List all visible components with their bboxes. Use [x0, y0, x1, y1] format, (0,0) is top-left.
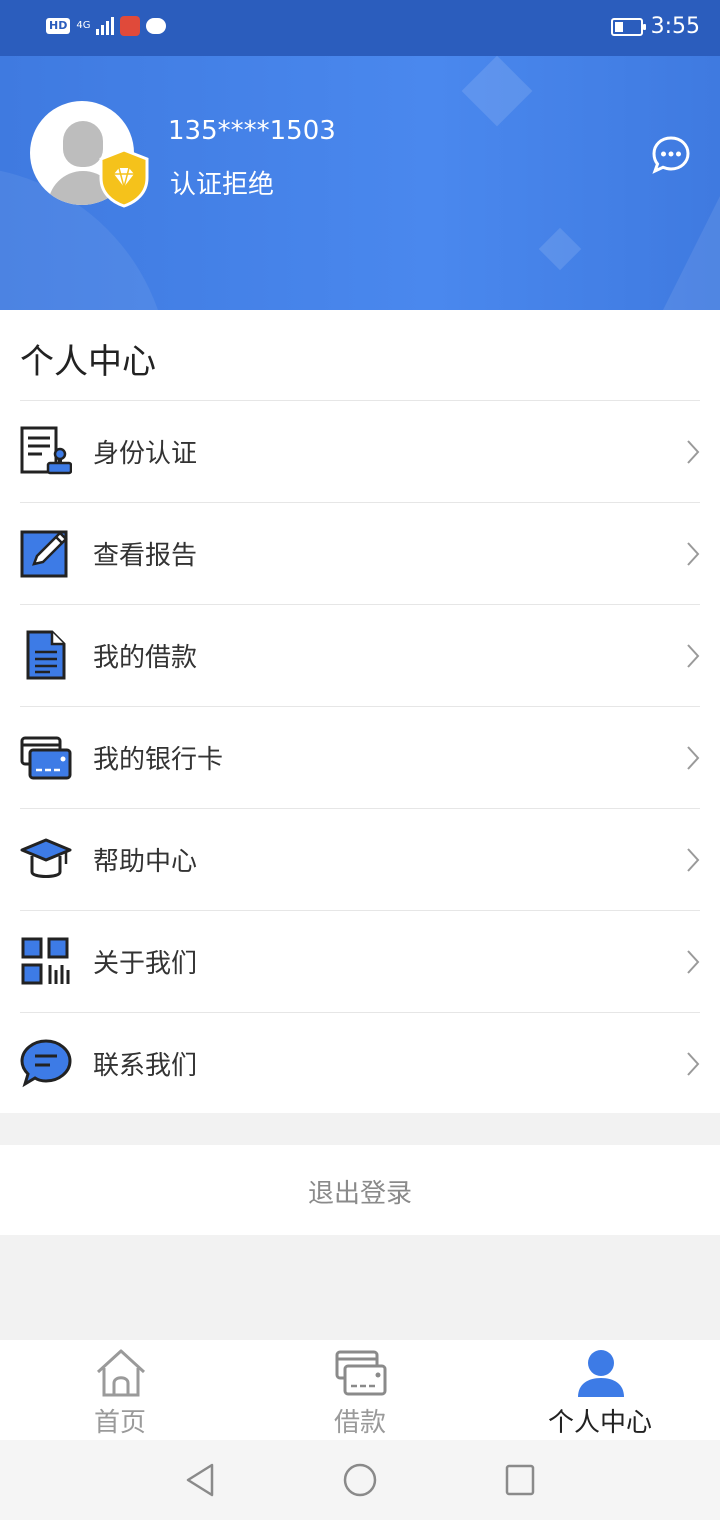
- menu-item-my-bank-cards[interactable]: 我的银行卡: [20, 706, 700, 808]
- chevron-right-icon: [687, 746, 700, 770]
- menu-item-help-center[interactable]: 帮助中心: [20, 808, 700, 910]
- chevron-right-icon: [687, 542, 700, 566]
- tab-label: 借款: [333, 1408, 386, 1438]
- user-icon: [578, 1350, 624, 1397]
- tab-loans[interactable]: 借款: [240, 1340, 480, 1440]
- logout-button[interactable]: 退出登录: [0, 1145, 720, 1235]
- chat-bubble-icon: [20, 1039, 72, 1088]
- id-document-icon: [20, 426, 72, 475]
- hd-indicator: HD: [46, 18, 71, 34]
- menu-item-label: 关于我们: [93, 949, 198, 979]
- home-icon: [96, 1349, 146, 1397]
- menu-item-label: 帮助中心: [93, 847, 198, 877]
- personal-center-card: 个人中心 身份认证 查看报告 我的借款 我的银行卡 帮助中心 关于我们 联系我们: [0, 310, 720, 1113]
- menu-item-label: 身份认证: [93, 439, 198, 469]
- document-list-icon: [26, 630, 66, 680]
- verified-shield-icon: [99, 148, 149, 208]
- bank-card-icon: [20, 736, 72, 780]
- chevron-right-icon: [687, 440, 700, 464]
- message-notification-icon: [146, 18, 167, 34]
- menu-item-label: 联系我们: [93, 1051, 198, 1081]
- tab-personal-center[interactable]: 个人中心: [480, 1340, 720, 1440]
- menu-item-contact-us[interactable]: 联系我们: [20, 1012, 700, 1114]
- home-nav-icon[interactable]: [343, 1462, 377, 1498]
- section-title: 个人中心: [20, 342, 156, 382]
- menu-item-identity-verification[interactable]: 身份认证: [20, 400, 700, 502]
- logout-label: 退出登录: [307, 1179, 412, 1209]
- app-notification-icon: [120, 16, 141, 36]
- system-navigation-bar: [0, 1440, 720, 1520]
- menu-item-about-us[interactable]: 关于我们: [20, 910, 700, 1012]
- chevron-right-icon: [687, 1052, 700, 1076]
- back-icon[interactable]: [184, 1462, 216, 1498]
- menu-item-label: 我的银行卡: [93, 745, 224, 775]
- qr-code-icon: [21, 937, 70, 985]
- edit-report-icon: [20, 530, 68, 578]
- chevron-right-icon: [687, 950, 700, 974]
- wallet-card-icon: [335, 1350, 387, 1396]
- message-icon[interactable]: [650, 134, 692, 176]
- phone-number: 135****1503: [168, 116, 336, 146]
- tab-label: 首页: [93, 1408, 146, 1438]
- recent-apps-icon[interactable]: [504, 1462, 536, 1498]
- bottom-tab-bar: 首页 借款 个人中心: [0, 1340, 720, 1440]
- menu-item-label: 查看报告: [93, 541, 198, 571]
- signal-icon: [96, 17, 115, 35]
- auth-status: 认证拒绝: [170, 170, 275, 200]
- clock: 3:55: [650, 14, 700, 39]
- graduation-cap-icon: [20, 838, 72, 878]
- chevron-right-icon: [687, 644, 700, 668]
- status-indicators: HD 4G: [46, 16, 167, 36]
- menu-item-my-loans[interactable]: 我的借款: [20, 604, 700, 706]
- menu-item-view-report[interactable]: 查看报告: [20, 502, 700, 604]
- status-bar: HD 4G 3:55: [0, 0, 720, 56]
- menu-item-label: 我的借款: [93, 643, 198, 673]
- tab-home[interactable]: 首页: [0, 1340, 240, 1440]
- network-type-indicator: 4G: [76, 20, 91, 31]
- tab-label: 个人中心: [547, 1408, 652, 1438]
- profile-header: 135****1503 认证拒绝: [0, 56, 720, 310]
- battery-icon: [610, 17, 646, 36]
- chevron-right-icon: [687, 848, 700, 872]
